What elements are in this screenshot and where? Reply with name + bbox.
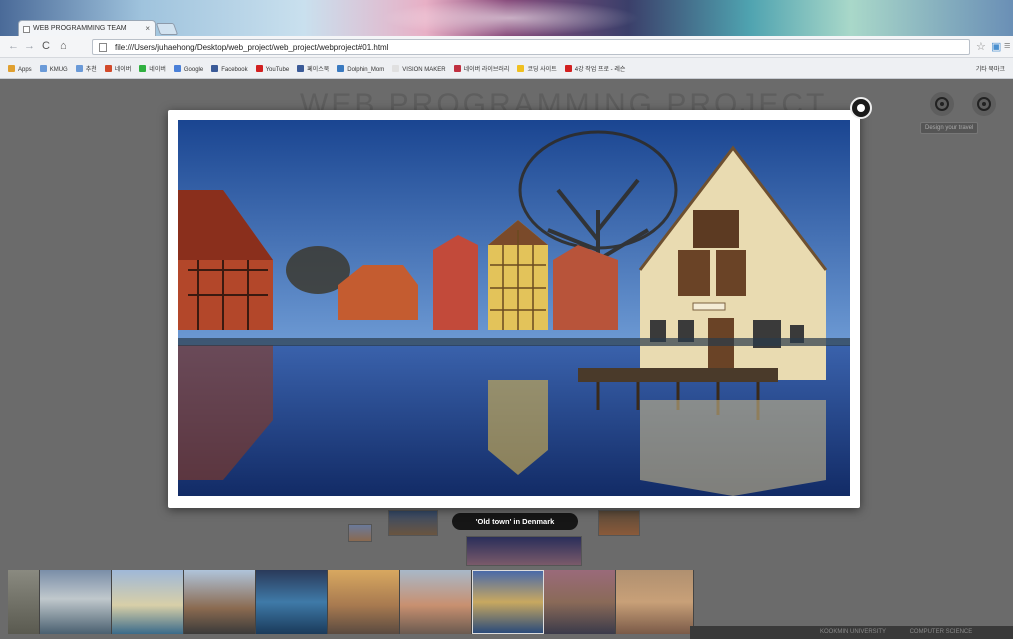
bookmark-item[interactable]: 페이스북 (297, 64, 329, 73)
film-thumbnail[interactable] (544, 570, 616, 634)
bookmark-favicon-icon (211, 65, 219, 72)
bookmark-item[interactable]: 네이버 라이브러리 (453, 64, 510, 73)
bookmark-favicon-icon (453, 65, 461, 72)
other-bookmarks[interactable]: 기타 북마크 (976, 64, 1005, 73)
address-bar[interactable]: file:///Users/juhaehong/Desktop/web_proj… (92, 39, 970, 55)
mini-thumbnail[interactable] (348, 524, 372, 542)
bookmark-label: 네이버 라이브러리 (463, 67, 510, 73)
bookmark-item[interactable]: Apps (8, 65, 32, 73)
bookmark-item[interactable]: Dolphin_Mom (337, 65, 384, 73)
title-bar-glow (380, 0, 640, 36)
extension-icon[interactable]: ▣ (991, 40, 1001, 53)
bookmark-favicon-icon (517, 65, 525, 72)
bookmark-label: 코딩 사이트 (527, 67, 557, 73)
footer-department: COMPUTER SCIENCE (909, 629, 973, 635)
new-tab-button[interactable] (155, 23, 179, 35)
film-thumbnail[interactable] (256, 570, 328, 634)
film-thumbnail-active[interactable] (472, 570, 544, 634)
browser-title-bar: WEB PROGRAMMING TEAM × (0, 0, 1013, 37)
bookmark-item[interactable]: 네이버 (104, 64, 132, 73)
bookmark-favicon-icon (297, 65, 305, 72)
photo-illustration (178, 120, 850, 496)
page-favicon-icon (23, 26, 30, 33)
bookmark-favicon-icon (173, 65, 181, 72)
film-thumbnail[interactable] (400, 570, 472, 634)
bookmark-item[interactable]: VISION MAKER (392, 65, 446, 73)
bookmarks-bar: Apps KMUG 추천 네이버 네이버 Google Facebook YouTube 페이스… (0, 58, 1013, 79)
bookmark-label: 네이버 (114, 67, 132, 73)
film-thumbnail[interactable] (8, 570, 40, 634)
bookmark-label: VISION MAKER (402, 67, 446, 73)
bookmark-favicon-icon (139, 65, 147, 72)
bookmark-favicon-icon (564, 65, 572, 72)
bookmark-item[interactable]: KMUG (39, 65, 68, 73)
bookmark-item[interactable]: 추천 (75, 64, 97, 73)
bookmark-item[interactable]: YouTube (255, 65, 290, 73)
browser-tab[interactable]: WEB PROGRAMMING TEAM × (18, 20, 156, 37)
bookmark-label: KMUG (49, 67, 68, 73)
bookmark-item[interactable]: Google (173, 65, 204, 73)
home-icon[interactable]: ⌂ (60, 40, 67, 52)
film-thumbnail[interactable] (184, 570, 256, 634)
bookmark-favicon-icon (75, 65, 83, 72)
mini-thumbnail[interactable] (388, 510, 438, 536)
bookmark-label: YouTube (265, 67, 290, 73)
bookmark-favicon-icon (39, 65, 47, 72)
old-town-denmark-photo (178, 120, 850, 496)
bookmark-favicon-icon (337, 65, 345, 72)
bookmark-label: 추천 (85, 67, 97, 73)
bookmark-item[interactable]: 네이버 (139, 64, 166, 73)
mini-thumbnail[interactable] (598, 510, 640, 536)
browser-toolbar: ← → C ⌂ file:///Users/juhaehong/Desktop/… (0, 36, 1013, 58)
tab-close-icon[interactable]: × (145, 24, 150, 33)
settings-circle-icon[interactable] (930, 92, 954, 116)
bookmark-label: 네이버 (149, 67, 166, 73)
film-thumbnail[interactable] (328, 570, 400, 634)
bookmark-star-icon[interactable]: ☆ (976, 40, 986, 53)
info-circle-icon[interactable] (972, 92, 996, 116)
bookmark-label: Google (183, 67, 204, 73)
bookmark-item[interactable]: Facebook (211, 65, 248, 73)
bookmark-item[interactable]: 4강 작업 프로 - 레슨 (564, 64, 626, 73)
forward-arrow-icon[interactable]: → (24, 40, 35, 52)
footer-bar: KOOKMIN UNIVERSITY COMPUTER SCIENCE (690, 626, 1013, 639)
bookmark-favicon-icon (8, 65, 15, 72)
tab-title: WEB PROGRAMMING TEAM (33, 25, 127, 32)
page-document-icon (99, 43, 107, 52)
footer-university: KOOKMIN UNIVERSITY (820, 629, 886, 635)
back-arrow-icon[interactable]: ← (8, 40, 19, 52)
menu-icon[interactable]: ≡ (1004, 40, 1010, 52)
bookmark-label: 4강 작업 프로 - 레슨 (574, 67, 626, 73)
bookmark-favicon-icon (255, 65, 263, 72)
film-thumbnail[interactable] (40, 570, 112, 634)
bookmark-favicon-icon (392, 65, 400, 72)
photo-caption: 'Old town' in Denmark (452, 513, 578, 530)
bookmark-label: Facebook (221, 67, 248, 73)
bookmark-favicon-icon (104, 65, 112, 72)
reload-icon[interactable]: C (42, 40, 50, 52)
bookmark-item[interactable]: 코딩 사이트 (517, 64, 557, 73)
mini-thumbnail[interactable] (466, 536, 582, 566)
modal-close-button[interactable] (850, 97, 872, 119)
bookmark-label: 페이스북 (307, 67, 330, 73)
bookmark-label: Apps (18, 67, 32, 73)
address-url: file:///Users/juhaehong/Desktop/web_proj… (115, 43, 389, 52)
bookmark-label: Dolphin_Mom (347, 67, 385, 73)
film-thumbnail[interactable] (112, 570, 184, 634)
design-tooltip: Design your travel (920, 122, 979, 134)
film-thumbnail[interactable] (616, 570, 694, 634)
